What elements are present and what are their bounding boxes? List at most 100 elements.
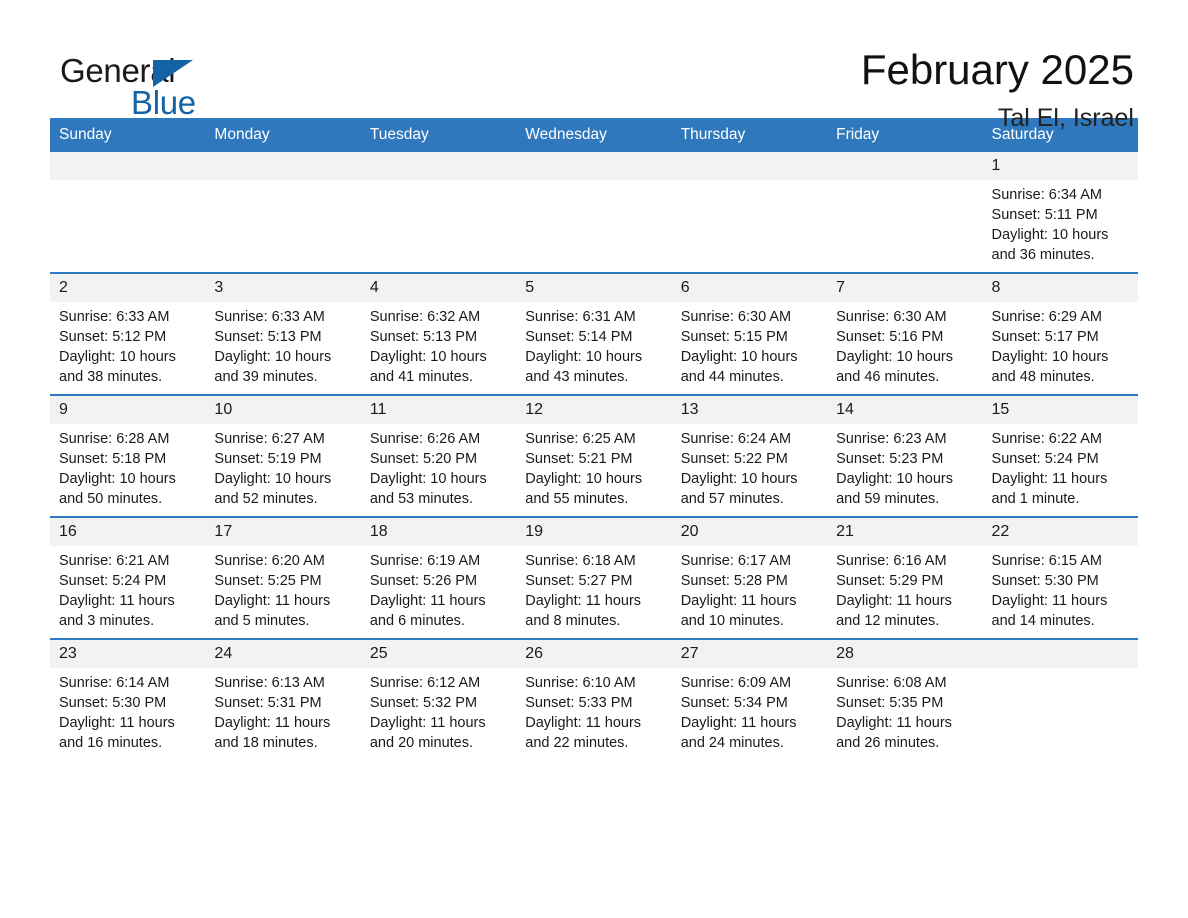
- daylight-text-line2: and 46 minutes.: [836, 369, 940, 385]
- sunrise-text: Sunrise: 6:20 AM: [214, 553, 325, 569]
- daylight-text-line1: Daylight: 11 hours: [59, 715, 175, 731]
- day-details: Sunrise: 6:33 AM Sunset: 5:13 PM Daylight:…: [205, 302, 360, 387]
- sunset-text: Sunset: 5:33 PM: [525, 695, 633, 711]
- day-number: 9: [50, 396, 206, 424]
- daylight-text-line1: Daylight: 11 hours: [680, 593, 797, 609]
- daylight-text-line1: Daylight: 10 hours: [991, 349, 1109, 365]
- sunrise-text: Sunrise: 6:31 AM: [525, 309, 636, 325]
- calendar-day-cell[interactable]: 10 Sunrise: 6:27 AM Sunset: 5:19 PM Dayligh…: [205, 394, 361, 517]
- day-details: Sunrise: 6:13 AM Sunset: 5:31 PM Daylight:…: [205, 668, 360, 753]
- daylight-text-line2: and 50 minutes.: [59, 491, 163, 507]
- calendar-day-cell[interactable]: 8 Sunrise: 6:29 AM Sunset: 5:17 PM Daylight…: [982, 272, 1138, 395]
- daylight-text-line2: and 52 minutes.: [214, 491, 318, 507]
- sunrise-text: Sunrise: 6:33 AM: [214, 309, 325, 325]
- day-number: 14: [827, 396, 983, 424]
- daylight-text-line1: Daylight: 10 hours: [214, 471, 332, 487]
- daylight-text-line1: Daylight: 11 hours: [836, 715, 952, 731]
- calendar-day-cell[interactable]: 3 Sunrise: 6:33 AM Sunset: 5:13 PM Daylight…: [205, 272, 361, 395]
- sunset-text: Sunset: 5:30 PM: [59, 695, 167, 711]
- calendar-week-row: 16 Sunrise: 6:21 AM Sunset: 5:24 PM Dayligh…: [50, 516, 1138, 639]
- day-details: Sunrise: 6:08 AM Sunset: 5:35 PM Daylight:…: [827, 668, 982, 753]
- day-number: 12: [516, 396, 672, 424]
- sunset-text: Sunset: 5:11 PM: [991, 207, 1098, 223]
- daylight-text-line1: Daylight: 10 hours: [680, 471, 798, 487]
- daylight-text-line1: Daylight: 11 hours: [214, 593, 331, 609]
- day-details: Sunrise: 6:15 AM Sunset: 5:30 PM Daylight:…: [983, 546, 1138, 631]
- calendar-day-cell[interactable]: 28 Sunrise: 6:08 AM Sunset: 5:35 PM Dayligh…: [827, 638, 983, 760]
- sunrise-text: Sunrise: 6:27 AM: [214, 431, 325, 447]
- day-number: [671, 152, 828, 180]
- calendar-day-cell[interactable]: 27 Sunrise: 6:09 AM Sunset: 5:34 PM Dayligh…: [671, 638, 828, 760]
- calendar-day-cell[interactable]: 9 Sunrise: 6:28 AM Sunset: 5:18 PM Daylight…: [50, 394, 206, 517]
- calendar-day-cell[interactable]: 4 Sunrise: 6:32 AM Sunset: 5:13 PM Daylight…: [360, 272, 517, 395]
- calendar-day-cell[interactable]: 12 Sunrise: 6:25 AM Sunset: 5:21 PM Dayligh…: [516, 394, 672, 517]
- daylight-text-line2: and 6 minutes.: [369, 613, 465, 629]
- sunrise-text: Sunrise: 6:26 AM: [369, 431, 481, 447]
- weekday-header-wednesday: Wednesday: [516, 118, 672, 152]
- calendar-day-cell[interactable]: 14 Sunrise: 6:23 AM Sunset: 5:23 PM Dayligh…: [827, 394, 983, 517]
- sunset-text: Sunset: 5:16 PM: [836, 329, 944, 345]
- daylight-text-line2: and 38 minutes.: [59, 369, 163, 385]
- daylight-text-line2: and 43 minutes.: [525, 369, 629, 385]
- day-number: 8: [982, 274, 1138, 302]
- daylight-text-line1: Daylight: 11 hours: [525, 593, 642, 609]
- calendar-day-cell[interactable]: 2 Sunrise: 6:33 AM Sunset: 5:12 PM Daylight…: [50, 272, 206, 395]
- calendar-day-cell[interactable]: 18 Sunrise: 6:19 AM Sunset: 5:26 PM Dayligh…: [360, 516, 517, 639]
- daylight-text-line2: and 55 minutes.: [525, 491, 629, 507]
- day-details: Sunrise: 6:19 AM Sunset: 5:26 PM Daylight:…: [361, 546, 516, 631]
- day-number: [360, 152, 517, 180]
- daylight-text-line2: and 16 minutes.: [59, 735, 163, 751]
- daylight-text-line2: and 41 minutes.: [369, 369, 474, 385]
- calendar-day-cell[interactable]: 13 Sunrise: 6:24 AM Sunset: 5:22 PM Dayligh…: [671, 394, 828, 517]
- sunset-text: Sunset: 5:13 PM: [214, 329, 322, 345]
- day-number: 11: [360, 396, 517, 424]
- sunrise-text: Sunrise: 6:30 AM: [836, 309, 947, 325]
- daylight-text-line2: and 24 minutes.: [680, 735, 784, 751]
- calendar-day-cell[interactable]: 20 Sunrise: 6:17 AM Sunset: 5:28 PM Dayligh…: [671, 516, 828, 639]
- daylight-text-line2: and 22 minutes.: [525, 735, 629, 751]
- calendar-day-cell[interactable]: 16 Sunrise: 6:21 AM Sunset: 5:24 PM Dayligh…: [50, 516, 206, 639]
- day-number: [205, 152, 361, 180]
- calendar-day-cell[interactable]: 15 Sunrise: 6:22 AM Sunset: 5:24 PM Dayligh…: [982, 394, 1138, 517]
- day-details: Sunrise: 6:30 AM Sunset: 5:16 PM Daylight:…: [827, 302, 982, 387]
- sunrise-text: Sunrise: 6:33 AM: [59, 309, 170, 325]
- daylight-text-line2: and 1 minute.: [991, 491, 1080, 507]
- calendar-day-cell[interactable]: 21 Sunrise: 6:16 AM Sunset: 5:29 PM Dayligh…: [827, 516, 983, 639]
- calendar-day-cell[interactable]: 17 Sunrise: 6:20 AM Sunset: 5:25 PM Dayligh…: [205, 516, 361, 639]
- daylight-text-line2: and 12 minutes.: [836, 613, 940, 629]
- day-details: Sunrise: 6:09 AM Sunset: 5:34 PM Daylight:…: [672, 668, 827, 753]
- day-number: 26: [516, 640, 672, 668]
- calendar-day-cell[interactable]: 1 Sunrise: 6:34 AM Sunset: 5:11 PM Daylight…: [982, 152, 1138, 273]
- calendar-day-cell[interactable]: 24 Sunrise: 6:13 AM Sunset: 5:31 PM Dayligh…: [205, 638, 361, 760]
- day-details: Sunrise: 6:16 AM Sunset: 5:29 PM Daylight:…: [827, 546, 982, 631]
- day-number: 13: [671, 396, 828, 424]
- day-details: Sunrise: 6:25 AM Sunset: 5:21 PM Daylight:…: [516, 424, 671, 509]
- daylight-text-line1: Daylight: 10 hours: [369, 471, 487, 487]
- daylight-text-line1: Daylight: 11 hours: [991, 471, 1108, 487]
- calendar-day-cell-empty: [360, 152, 517, 273]
- daylight-text-line2: and 20 minutes.: [369, 735, 474, 751]
- sunrise-text: Sunrise: 6:29 AM: [991, 309, 1102, 325]
- calendar-day-cell-empty: [982, 638, 1138, 760]
- calendar-day-cell[interactable]: 7 Sunrise: 6:30 AM Sunset: 5:16 PM Daylight…: [827, 272, 983, 395]
- day-number: 6: [671, 274, 828, 302]
- calendar-day-cell[interactable]: 22 Sunrise: 6:15 AM Sunset: 5:30 PM Dayligh…: [982, 516, 1138, 639]
- calendar-day-cell[interactable]: 23 Sunrise: 6:14 AM Sunset: 5:30 PM Dayligh…: [50, 638, 206, 760]
- daylight-text-line1: Daylight: 11 hours: [369, 715, 486, 731]
- calendar-day-cell[interactable]: 25 Sunrise: 6:12 AM Sunset: 5:32 PM Dayligh…: [360, 638, 517, 760]
- calendar-day-cell[interactable]: 26 Sunrise: 6:10 AM Sunset: 5:33 PM Dayligh…: [516, 638, 672, 760]
- daylight-text-line2: and 44 minutes.: [680, 369, 784, 385]
- day-details: Sunrise: 6:20 AM Sunset: 5:25 PM Daylight:…: [205, 546, 360, 631]
- generalblue-logo[interactable]: General Blue: [50, 46, 310, 126]
- day-details: Sunrise: 6:28 AM Sunset: 5:18 PM Daylight:…: [50, 424, 205, 509]
- day-details: Sunrise: 6:23 AM Sunset: 5:23 PM Daylight:…: [827, 424, 982, 509]
- calendar-day-cell[interactable]: 19 Sunrise: 6:18 AM Sunset: 5:27 PM Dayligh…: [516, 516, 672, 639]
- daylight-text-line1: Daylight: 11 hours: [836, 593, 952, 609]
- calendar-day-cell[interactable]: 11 Sunrise: 6:26 AM Sunset: 5:20 PM Dayligh…: [360, 394, 517, 517]
- calendar-day-cell[interactable]: 5 Sunrise: 6:31 AM Sunset: 5:14 PM Daylight…: [516, 272, 672, 395]
- daylight-text-line1: Daylight: 10 hours: [214, 349, 332, 365]
- daylight-text-line1: Daylight: 10 hours: [369, 349, 487, 365]
- day-number: 2: [50, 274, 206, 302]
- calendar-day-cell[interactable]: 6 Sunrise: 6:30 AM Sunset: 5:15 PM Daylight…: [671, 272, 828, 395]
- daylight-text-line2: and 53 minutes.: [369, 491, 474, 507]
